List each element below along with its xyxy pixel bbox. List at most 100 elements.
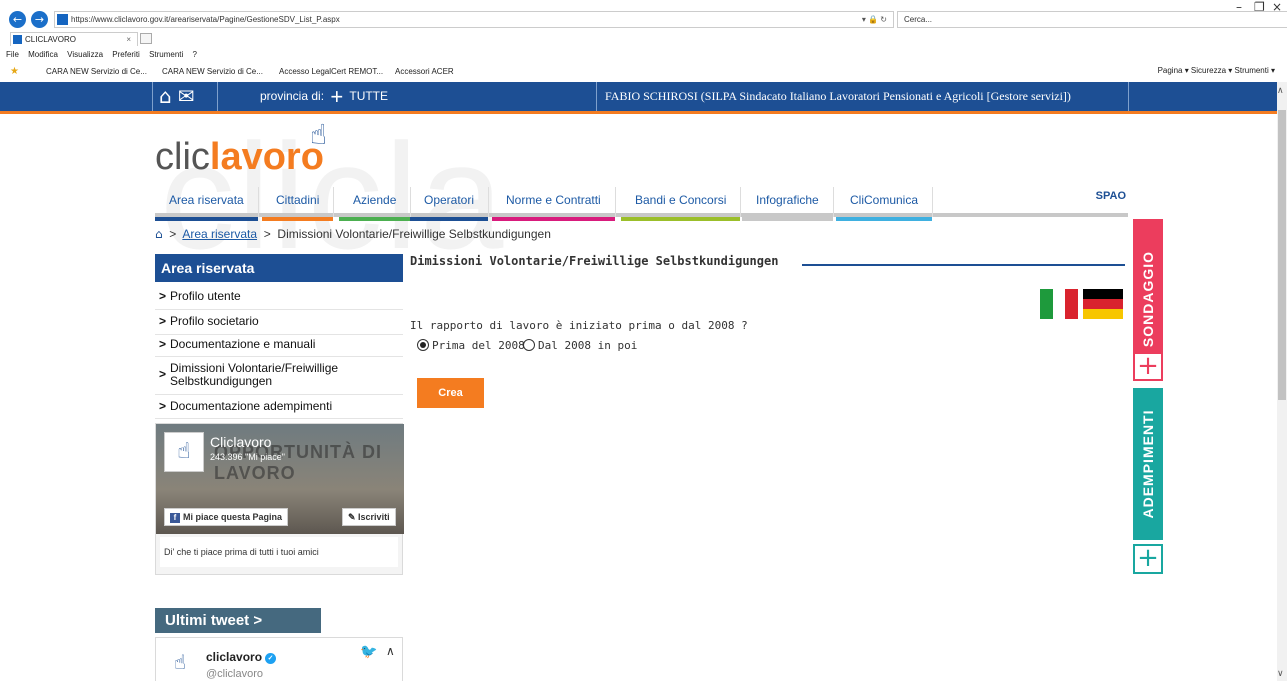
cliclavoro-logo[interactable]: cliclavoro — [155, 136, 324, 179]
nav-clicomunica[interactable]: CliComunica — [836, 187, 934, 221]
logo-part1: clic — [155, 136, 210, 178]
breadcrumb-current: Dimissioni Volontarie/Freiwillige Selbst… — [277, 227, 551, 241]
back-icon[interactable]: ← — [9, 11, 26, 28]
home-mail-icons: ⌂ ✉ — [152, 82, 218, 111]
favorite-link[interactable]: Accessori ACER — [395, 67, 454, 76]
radio-selected-icon[interactable] — [417, 339, 429, 351]
mail-icon[interactable]: ✉ — [178, 84, 195, 108]
search-placeholder: Cerca... — [904, 15, 933, 24]
twitter-avatar[interactable]: ☝ — [164, 646, 196, 678]
radio-dal-2008[interactable]: Dal 2008 in poi — [523, 339, 637, 352]
scroll-up-icon[interactable]: ∧ — [1277, 86, 1284, 96]
browser-tab[interactable]: CLICLAVORO × — [10, 32, 138, 46]
sidebar-title: Area riservata — [155, 254, 403, 282]
sondaggio-plus-icon[interactable]: + — [1133, 352, 1163, 381]
menu-modifica[interactable]: Modifica — [28, 50, 58, 59]
crea-button[interactable]: Crea — [417, 378, 484, 408]
main-nav: Area riservata Cittadini Aziende Operato… — [155, 187, 1128, 221]
scroll-up-icon[interactable]: ∧ — [386, 644, 395, 658]
pencil-icon: ✎ — [348, 512, 359, 522]
sidebar-item-profilo-utente[interactable]: > Profilo utente — [155, 286, 403, 310]
twitter-handle[interactable]: @cliclavoro — [206, 668, 263, 680]
url-text: https://www.cliclavoro.gov.it/areariserv… — [71, 15, 340, 24]
facebook-icon: f — [170, 513, 180, 523]
favorite-link[interactable]: Accesso LegalCert REMOT... — [279, 67, 383, 76]
flag-italian-icon[interactable] — [1040, 289, 1079, 319]
sidebar-item-profilo-societario[interactable]: > Profilo societario — [155, 311, 403, 335]
nav-bandi-concorsi[interactable]: Bandi e Concorsi — [621, 187, 742, 221]
nav-aziende[interactable]: Aziende — [339, 187, 412, 221]
command-bar[interactable]: Pagina ▾ Sicurezza ▾ Strumenti ▾ — [1158, 66, 1275, 75]
tweets-scrollbar[interactable]: ∧ — [386, 644, 400, 682]
favorites-star-icon[interactable]: ★ — [10, 66, 19, 77]
twitter-name[interactable]: cliclavoro ✓ — [206, 650, 277, 664]
new-tab-button[interactable] — [140, 33, 152, 44]
favorite-link[interactable]: CARA NEW Servizio di Ce... — [46, 67, 147, 76]
scroll-down-icon[interactable]: ∨ — [1277, 669, 1284, 679]
facebook-cover-image: OPPORTUNITÀ DI LAVORO ☝ Cliclavoro 243.3… — [156, 424, 404, 534]
question-label: Il rapporto di lavoro è iniziato prima o… — [410, 319, 748, 332]
tab-title: CLICLAVORO — [25, 35, 76, 44]
hand-cursor-icon: ☝ — [310, 118, 328, 151]
tweets-title[interactable]: Ultimi tweet > — [155, 608, 321, 633]
sondaggio-label: SONDAGGIO — [1140, 250, 1156, 348]
menu-file[interactable]: File — [6, 50, 19, 59]
facebook-footer-text: Di' che ti piace prima di tutti i tuoi a… — [160, 537, 398, 567]
address-bar[interactable]: https://www.cliclavoro.gov.it/areariserv… — [54, 11, 894, 28]
nav-area-riservata[interactable]: Area riservata — [155, 187, 259, 221]
facebook-like-button[interactable]: f Mi piace questa Pagina — [164, 508, 289, 526]
radio-unselected-icon[interactable] — [523, 339, 535, 351]
tweets-widget: ☝ cliclavoro ✓ @cliclavoro 🐦 ∧ — [155, 637, 403, 681]
provincia-label: provincia di: — [260, 89, 325, 103]
facebook-subscribe-button[interactable]: ✎ Iscriviti — [342, 508, 396, 526]
radio-prima-2008[interactable]: Prima del 2008 — [417, 339, 525, 352]
adempimenti-tab[interactable]: ADEMPIMENTI — [1133, 388, 1163, 540]
title-underline — [802, 264, 1125, 266]
nav-norme-contratti[interactable]: Norme e Contratti — [492, 187, 616, 221]
sidebar-item-dimissioni[interactable]: > Dimissioni Volontarie/Freiwillige Selbs… — [155, 358, 403, 395]
menu-bar: File Modifica Visualizza Preferiti Strum… — [6, 50, 204, 59]
facebook-page-name[interactable]: Cliclavoro — [210, 434, 271, 450]
scrollbar-thumb[interactable] — [1278, 110, 1286, 400]
adempimenti-label: ADEMPIMENTI — [1140, 409, 1156, 519]
user-info: FABIO SCHIROSI (SILPA Sindacato Italiano… — [596, 82, 1129, 111]
favorite-link[interactable]: CARA NEW Servizio di Ce... — [162, 67, 263, 76]
minimize-icon[interactable]: – — [1236, 0, 1242, 14]
browser-chrome: ← → https://www.cliclavoro.gov.it/areari… — [0, 0, 1287, 82]
menu-strumenti[interactable]: Strumenti — [149, 50, 183, 59]
provincia-selector[interactable]: provincia di: + TUTTE — [260, 82, 388, 111]
forward-icon[interactable]: → — [31, 11, 48, 28]
menu-visualizza[interactable]: Visualizza — [67, 50, 103, 59]
twitter-bird-icon: 🐦 — [360, 644, 378, 660]
flag-german-icon[interactable] — [1083, 289, 1123, 319]
sidebar-item-documentazione-manuali[interactable]: > Documentazione e manuali — [155, 335, 403, 357]
breadcrumb-link[interactable]: Area riservata — [182, 227, 257, 241]
lock-icon[interactable]: ▾ 🔒 ↻ — [862, 12, 887, 27]
breadcrumb: ⌂ > Area riservata > Dimissioni Volontar… — [155, 227, 551, 241]
sidebar-item-documentazione-adempimenti[interactable]: > Documentazione adempimenti — [155, 396, 403, 419]
restore-icon[interactable]: ❐ — [1254, 0, 1265, 14]
facebook-avatar[interactable]: ☝ — [164, 432, 204, 472]
nav-infografiche[interactable]: Infografiche — [742, 187, 834, 221]
facebook-widget: OPPORTUNITÀ DI LAVORO ☝ Cliclavoro 243.3… — [155, 423, 404, 575]
tab-favicon-icon — [13, 35, 22, 44]
nav-operatori[interactable]: Operatori — [410, 187, 490, 221]
menu-preferiti[interactable]: Preferiti — [112, 50, 140, 59]
facebook-likes: 243.396 "Mi piace" — [210, 452, 285, 462]
plus-icon: + — [330, 84, 344, 110]
home-icon[interactable]: ⌂ — [159, 84, 172, 108]
close-window-icon[interactable]: × — [1272, 0, 1282, 14]
breadcrumb-home-icon[interactable]: ⌂ — [155, 227, 163, 241]
browser-search-input[interactable]: Cerca... — [897, 11, 1287, 28]
adempimenti-plus-icon[interactable]: + — [1133, 544, 1163, 574]
provincia-value: TUTTE — [349, 89, 389, 103]
page-scrollbar[interactable]: ∧ ∨ — [1277, 82, 1287, 681]
nav-cittadini[interactable]: Cittadini — [262, 187, 335, 221]
menu-help[interactable]: ? — [193, 50, 197, 59]
favorites-bar: ★ CARA NEW Servizio di Ce... CARA NEW Se… — [0, 64, 1287, 80]
verified-icon: ✓ — [265, 653, 277, 664]
spao-logo[interactable]: SPAO — [1096, 190, 1126, 202]
site-favicon-icon — [57, 14, 68, 25]
close-tab-icon[interactable]: × — [126, 33, 131, 46]
tab-strip: CLICLAVORO × — [0, 32, 1287, 46]
